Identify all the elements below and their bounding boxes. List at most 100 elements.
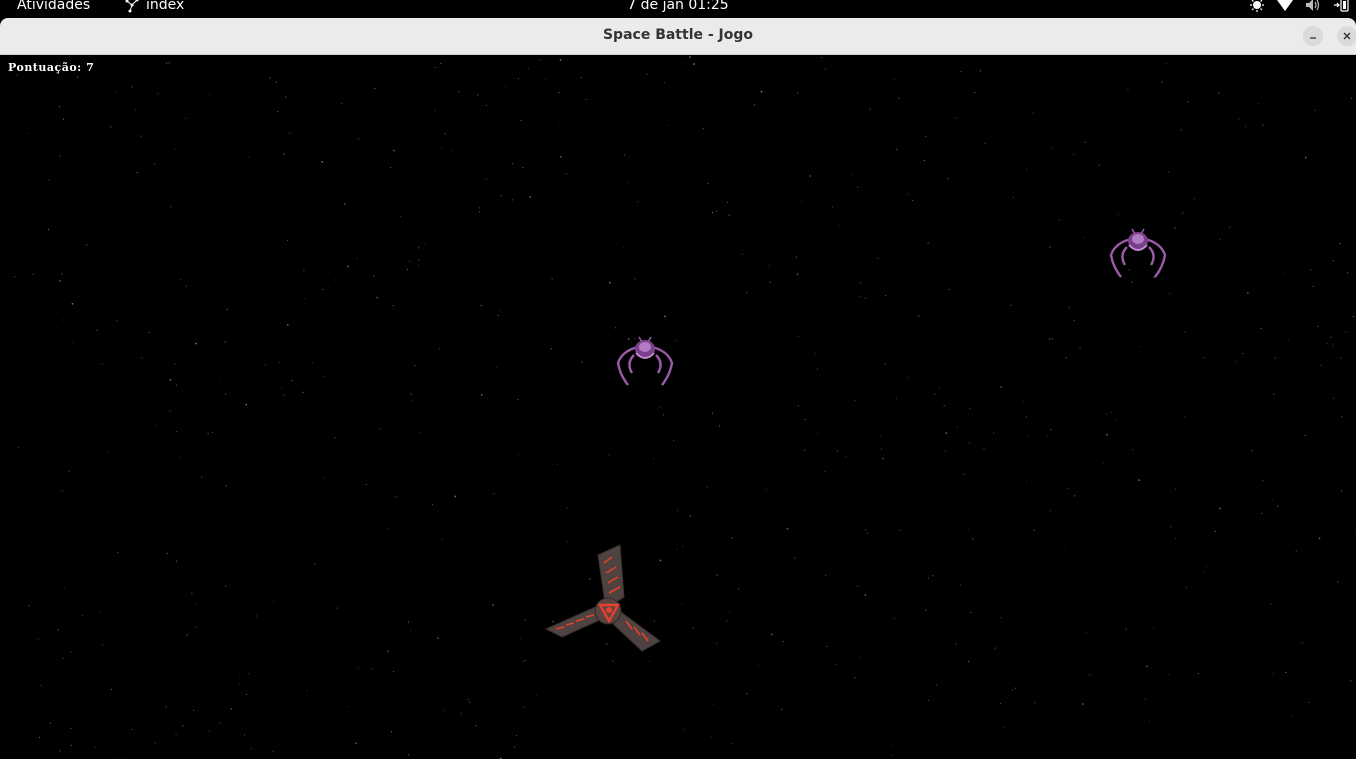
- star: [358, 138, 360, 140]
- star: [1052, 147, 1054, 148]
- star: [1125, 628, 1127, 630]
- star: [479, 207, 481, 209]
- star: [418, 265, 419, 267]
- star: [169, 379, 172, 381]
- star: [711, 736, 713, 738]
- star: [441, 538, 443, 540]
- app-menu[interactable]: index: [124, 0, 184, 13]
- star: [517, 78, 519, 80]
- star: [322, 289, 324, 290]
- star: [336, 607, 338, 609]
- star: [713, 703, 715, 705]
- star: [984, 142, 986, 144]
- star: [195, 626, 197, 628]
- star: [1333, 397, 1335, 399]
- star: [82, 615, 83, 617]
- star: [857, 585, 859, 587]
- star: [1272, 673, 1274, 674]
- star: [39, 737, 40, 738]
- star: [248, 156, 250, 158]
- star: [824, 471, 826, 472]
- star: [414, 365, 416, 366]
- clock[interactable]: 7 de jan 01:25: [627, 0, 728, 13]
- star: [1271, 500, 1273, 502]
- star: [1245, 126, 1247, 128]
- star: [1273, 393, 1275, 395]
- star: [623, 154, 625, 156]
- star: [59, 106, 60, 108]
- star: [500, 195, 502, 197]
- star: [731, 743, 733, 745]
- star: [410, 393, 412, 395]
- star: [166, 62, 168, 64]
- star: [943, 405, 945, 407]
- star: [131, 86, 133, 88]
- star: [341, 103, 343, 105]
- close-button[interactable]: [1337, 26, 1356, 46]
- star: [1175, 537, 1177, 539]
- star: [1219, 507, 1221, 510]
- star: [1194, 198, 1195, 200]
- star: [804, 419, 806, 420]
- star: [702, 128, 704, 130]
- star: [365, 483, 367, 485]
- star: [117, 552, 119, 554]
- star: [441, 148, 443, 150]
- window-titlebar[interactable]: Space Battle - Jogo: [0, 18, 1356, 55]
- star: [947, 178, 949, 180]
- starfield: [14, 56, 1356, 759]
- star: [440, 63, 442, 65]
- star: [869, 108, 871, 110]
- star: [475, 725, 477, 727]
- star: [1098, 164, 1100, 166]
- star: [59, 750, 61, 752]
- star: [212, 431, 213, 433]
- star: [1106, 433, 1108, 436]
- star: [944, 450, 946, 452]
- star: [907, 377, 909, 379]
- star: [1153, 627, 1154, 629]
- star: [1084, 141, 1086, 143]
- star: [1073, 153, 1075, 155]
- star: [859, 657, 861, 659]
- star: [355, 742, 357, 745]
- star: [40, 685, 42, 686]
- star: [884, 363, 886, 365]
- star: [676, 549, 678, 551]
- star: [311, 362, 313, 364]
- star: [814, 353, 816, 354]
- star: [1003, 726, 1005, 728]
- star: [59, 155, 61, 157]
- star: [1073, 495, 1076, 497]
- star: [1260, 328, 1262, 330]
- minimize-button[interactable]: [1303, 26, 1323, 46]
- star: [334, 279, 336, 281]
- star: [1287, 339, 1289, 341]
- star: [683, 728, 685, 730]
- star: [1046, 435, 1048, 437]
- star: [522, 167, 524, 168]
- star: [287, 324, 289, 326]
- star: [797, 405, 799, 407]
- system-tray[interactable]: [1248, 0, 1350, 12]
- star: [1238, 118, 1240, 120]
- star: [275, 81, 277, 83]
- star: [974, 92, 976, 93]
- star: [663, 82, 665, 84]
- star: [826, 645, 828, 647]
- star: [1115, 418, 1117, 420]
- star: [289, 132, 291, 134]
- enemy-ship: [616, 336, 674, 386]
- star: [1229, 226, 1231, 228]
- star: [860, 282, 862, 284]
- game-canvas[interactable]: Pontuação: 7: [0, 55, 1356, 759]
- star: [866, 532, 868, 534]
- star: [1110, 411, 1112, 413]
- star: [1251, 450, 1253, 452]
- star: [969, 408, 971, 410]
- star: [677, 510, 679, 512]
- activities-button[interactable]: Atividades: [17, 0, 90, 13]
- star: [156, 424, 158, 426]
- star: [116, 320, 118, 322]
- star: [1339, 243, 1341, 245]
